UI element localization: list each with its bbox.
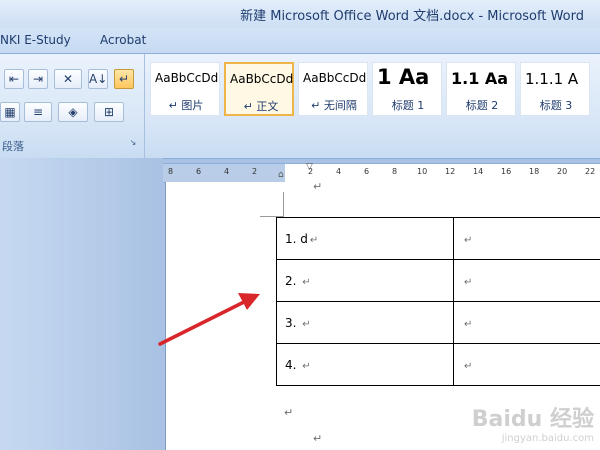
cell-end-mark: ↵: [464, 360, 473, 372]
borders-button[interactable]: ⊞: [94, 102, 124, 122]
decrease-indent-button[interactable]: ⇤: [4, 69, 24, 89]
line-spacing-button[interactable]: ≡: [24, 102, 52, 122]
list-number: 4.: [285, 357, 301, 372]
style-preview: 1.1.1 A: [525, 70, 579, 88]
shading-button[interactable]: ◈: [58, 102, 88, 122]
table-cell[interactable]: ↵: [453, 217, 600, 260]
style-preview: 1.1 Aa: [451, 69, 509, 88]
sort-button[interactable]: A↓: [88, 69, 108, 89]
table-cell[interactable]: 1. d ↵: [275, 217, 455, 260]
cell-end-mark: ↵: [464, 318, 473, 330]
cell-end-mark: ↵: [302, 276, 311, 288]
horizontal-ruler[interactable]: 8 6 4 2 2 4 6 8 10 12 14 16 18 20 22 ⌂ ▽: [163, 162, 600, 183]
paragraph-group-label: 段落: [2, 140, 24, 153]
paragraph-group: ⇤ ⇥ ✕ A↓ ↵ ▦ ≡ ◈ ⊞ 段落 ↘: [0, 54, 145, 158]
paragraph-mark: ↵: [313, 432, 323, 445]
left-indent-marker-icon[interactable]: ⌂: [278, 170, 284, 180]
ruler-tick: 16: [501, 167, 512, 176]
table-cell[interactable]: ↵: [453, 259, 600, 302]
style-tile-no-spacing[interactable]: AaBbCcDd ↵ 无间隔: [298, 62, 368, 116]
watermark-logo-text: Baidu 经验: [471, 407, 594, 432]
cell-end-mark: ↵: [309, 234, 319, 246]
style-name: 标题 2: [465, 99, 499, 112]
table-row: 2. ↵ ↵: [275, 259, 600, 302]
red-arrow-annotation-icon: [158, 293, 260, 346]
style-tile-picture[interactable]: AaBbCcDd ↵ 图片: [150, 62, 220, 116]
table-cell[interactable]: 3. ↵: [275, 301, 455, 344]
cell-end-mark: ↵: [302, 318, 311, 330]
increase-indent-button[interactable]: ⇥: [28, 69, 48, 89]
show-formatting-marks-button[interactable]: ↵: [114, 69, 134, 89]
ruler-tick: 10: [417, 167, 428, 176]
style-preview: AaBbCcDd: [230, 72, 294, 86]
style-tile-heading-3[interactable]: 1.1.1 A 标题 3: [520, 62, 590, 116]
ruler-tick: 8: [168, 167, 174, 176]
styles-gallery: AaBbCcDd ↵ 图片 AaBbCcDd ↵ 正文 AaBbCcDd ↵ 无…: [150, 62, 600, 118]
list-number: 1. d: [285, 231, 308, 246]
distribute-button[interactable]: ▦: [0, 102, 20, 122]
tab-cnki-estudy[interactable]: NKI E-Study: [0, 33, 71, 47]
document-table[interactable]: 1. d ↵ ↵ 2. ↵ ↵ 3. ↵ ↵ 4. ↵ ↵: [275, 217, 600, 386]
tab-acrobat[interactable]: Acrobat: [100, 33, 146, 47]
window-title: 新建 Microsoft Office Word 文档.docx - Micro…: [240, 9, 584, 24]
ruler-tick: 14: [473, 167, 484, 176]
ruler-tick: 4: [224, 167, 230, 176]
crop-mark: [283, 192, 284, 216]
style-tile-heading-1[interactable]: 1 Aa 标题 1: [372, 62, 442, 116]
list-number: 2.: [285, 273, 301, 288]
table-cell[interactable]: ↵: [453, 343, 600, 386]
style-name: ↵ 正文: [243, 100, 279, 113]
paragraph-mark: ↵: [313, 180, 323, 193]
style-name: ↵ 无间隔: [311, 99, 357, 112]
watermark-url: jingyan.baidu.com: [501, 433, 594, 444]
ruler-tick: 20: [557, 167, 568, 176]
ruler-tick: 12: [445, 167, 456, 176]
style-tile-heading-2[interactable]: 1.1 Aa 标题 2: [446, 62, 516, 116]
table-cell[interactable]: 4. ↵: [275, 343, 455, 386]
ribbon-tab-bar: NKI E-Study Acrobat: [0, 28, 600, 54]
ruler-tick: 6: [364, 167, 370, 176]
ruler-tick: 22: [585, 167, 596, 176]
table-cell[interactable]: ↵: [453, 301, 600, 344]
ribbon: ⇤ ⇥ ✕ A↓ ↵ ▦ ≡ ◈ ⊞ 段落 ↘ AaBbCcDd ↵ 图片 Aa…: [0, 54, 600, 159]
title-bar: 新建 Microsoft Office Word 文档.docx - Micro…: [0, 0, 600, 28]
style-preview: AaBbCcDd: [303, 71, 367, 85]
style-preview: AaBbCcDd: [155, 71, 219, 85]
list-number: 3.: [285, 315, 301, 330]
table-cell[interactable]: 2. ↵: [275, 259, 455, 302]
style-preview: 1 Aa: [377, 65, 430, 89]
table-row: 1. d ↵ ↵: [275, 217, 600, 260]
style-name: ↵ 图片: [168, 99, 204, 112]
table-row: 3. ↵ ↵: [275, 301, 600, 344]
cell-end-mark: ↵: [464, 234, 473, 246]
baidu-watermark: Baidu 经验 jingyan.baidu.com: [472, 401, 594, 444]
style-name: 标题 3: [539, 99, 573, 112]
ruler-tick: 18: [529, 167, 540, 176]
cell-end-mark: ↵: [302, 360, 311, 372]
chinese-layout-button[interactable]: ✕: [54, 69, 82, 89]
ruler-tick: 8: [392, 167, 398, 176]
workspace-background: [0, 158, 163, 450]
dialog-launcher-icon[interactable]: ↘: [128, 138, 138, 148]
ruler-tick: 6: [196, 167, 202, 176]
table-row: 4. ↵ ↵: [275, 343, 600, 386]
cell-end-mark: ↵: [464, 276, 473, 288]
paragraph-mark: ↵: [284, 406, 294, 419]
ruler-tick: 2: [252, 167, 258, 176]
style-name: 标题 1: [391, 99, 425, 112]
style-tile-normal[interactable]: AaBbCcDd ↵ 正文: [224, 62, 294, 116]
ruler-tick: 4: [336, 167, 342, 176]
first-line-indent-marker-icon[interactable]: ▽: [306, 162, 313, 172]
